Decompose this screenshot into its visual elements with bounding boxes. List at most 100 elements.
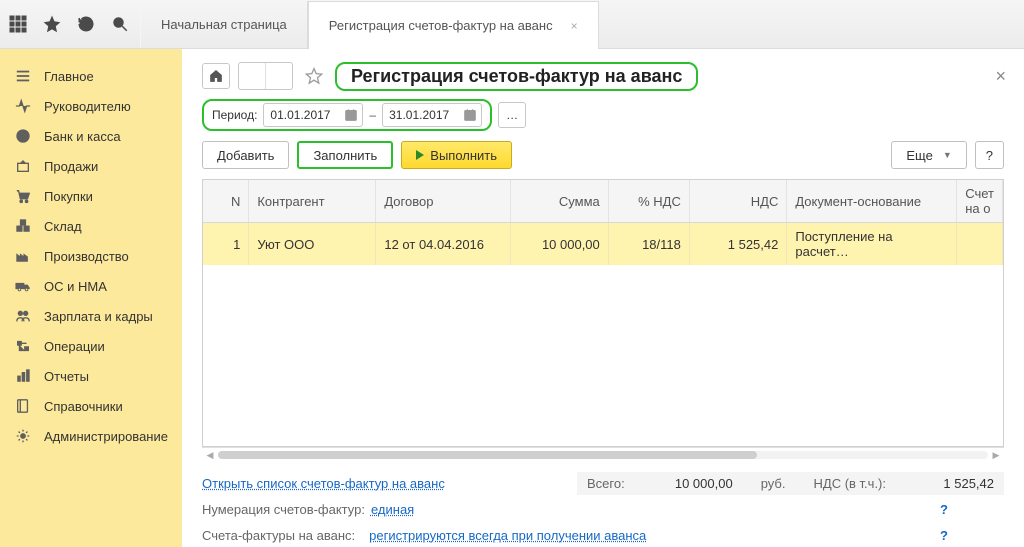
sidebar-item-purchases[interactable]: Покупки — [0, 181, 182, 211]
numbering-link[interactable]: единая — [371, 502, 414, 517]
calendar-icon[interactable] — [461, 106, 479, 124]
nav-back-button[interactable] — [239, 63, 265, 89]
sidebar-label: ОС и НМА — [44, 279, 107, 294]
th-counterparty[interactable]: Контрагент — [249, 180, 376, 223]
sidebar: Главное Руководителю ₽ Банк и касса Прод… — [0, 49, 182, 547]
cell-counterparty: Уют ООО — [249, 223, 376, 266]
numbering-label: Нумерация счетов-фактур: — [202, 502, 365, 517]
table-row[interactable]: 1 Уют ООО 12 от 04.04.2016 10 000,00 18/… — [203, 223, 1003, 266]
sidebar-item-bank[interactable]: ₽ Банк и касса — [0, 121, 182, 151]
nav-back-forward — [238, 62, 293, 90]
cell-n: 1 — [203, 223, 249, 266]
sidebar-label: Главное — [44, 69, 94, 84]
sidebar-label: Руководителю — [44, 99, 131, 114]
period-from-input[interactable]: 01.01.2017 — [263, 103, 363, 127]
horizontal-scrollbar[interactable]: ◀ ▶ — [202, 447, 1004, 462]
period-to-input[interactable]: 31.01.2017 — [382, 103, 482, 127]
total-value: 10 000,00 — [653, 476, 733, 491]
calendar-icon[interactable] — [342, 106, 360, 124]
sidebar-label: Банк и касса — [44, 129, 121, 144]
sidebar-item-reports[interactable]: Отчеты — [0, 361, 182, 391]
th-vat[interactable]: НДС — [689, 180, 786, 223]
th-contract[interactable]: Договор — [376, 180, 511, 223]
period-box: Период: 01.01.2017 – 31.01.2017 — [202, 99, 492, 131]
run-button-label: Выполнить — [430, 148, 497, 163]
sidebar-label: Отчеты — [44, 369, 89, 384]
favorite-star-icon[interactable] — [301, 63, 327, 89]
sidebar-label: Справочники — [44, 399, 123, 414]
top-toolbar-icons — [0, 0, 140, 48]
period-picker-button[interactable]: … — [498, 102, 526, 128]
add-button[interactable]: Добавить — [202, 141, 289, 169]
chart-icon — [14, 367, 32, 385]
action-row: Добавить Заполнить Выполнить Еще ▼ ? — [182, 141, 1024, 179]
sidebar-item-admin[interactable]: Администрирование — [0, 421, 182, 451]
scroll-right-icon[interactable]: ▶ — [990, 449, 1002, 461]
cell-account — [957, 223, 1003, 266]
total-label: Всего: — [587, 476, 625, 491]
history-icon[interactable] — [72, 10, 100, 38]
help-button-label: ? — [986, 148, 993, 163]
period-label: Период: — [212, 108, 257, 122]
tab-current[interactable]: Регистрация счетов-фактур на аванс × — [308, 1, 599, 49]
more-button[interactable]: Еще ▼ — [891, 141, 966, 169]
help-link[interactable]: ? — [884, 502, 1004, 517]
star-icon[interactable] — [38, 10, 66, 38]
th-vat-rate[interactable]: % НДС — [608, 180, 689, 223]
cell-vat: 1 525,42 — [689, 223, 786, 266]
currency-label: руб. — [761, 476, 786, 491]
help-link[interactable]: ? — [884, 528, 1004, 543]
sidebar-label: Покупки — [44, 189, 93, 204]
sidebar-item-manager[interactable]: Руководителю — [0, 91, 182, 121]
search-icon[interactable] — [106, 10, 134, 38]
sidebar-label: Операции — [44, 339, 105, 354]
tab-start[interactable]: Начальная страница — [140, 1, 308, 48]
sidebar-item-warehouse[interactable]: Склад — [0, 211, 182, 241]
truck-icon — [14, 277, 32, 295]
th-basis[interactable]: Документ-основание — [787, 180, 957, 223]
sidebar-item-salary[interactable]: Зарплата и кадры — [0, 301, 182, 331]
page-title: Регистрация счетов-фактур на аванс — [335, 62, 698, 91]
apps-icon[interactable] — [4, 10, 32, 38]
th-n[interactable]: N — [203, 180, 249, 223]
sidebar-item-sales[interactable]: Продажи — [0, 151, 182, 181]
sidebar-label: Производство — [44, 249, 129, 264]
vat-label: НДС (в т.ч.): — [814, 476, 887, 491]
box-out-icon — [14, 157, 32, 175]
menu-icon — [14, 67, 32, 85]
sidebar-item-main[interactable]: Главное — [0, 61, 182, 91]
sidebar-item-operations[interactable]: Операции — [0, 331, 182, 361]
scroll-track[interactable] — [218, 451, 988, 459]
sidebar-item-catalogs[interactable]: Справочники — [0, 391, 182, 421]
home-button[interactable] — [202, 63, 230, 89]
tab-current-label: Регистрация счетов-фактур на аванс — [329, 18, 553, 33]
cell-basis: Поступление на расчет… — [787, 223, 957, 266]
sidebar-item-assets[interactable]: ОС и НМА — [0, 271, 182, 301]
nav-forward-button[interactable] — [265, 63, 292, 89]
sidebar-label: Зарплата и кадры — [44, 309, 153, 324]
add-button-label: Добавить — [217, 148, 274, 163]
scroll-thumb[interactable] — [218, 451, 757, 459]
help-button[interactable]: ? — [975, 141, 1004, 169]
th-account[interactable]: Счет на о — [957, 180, 1003, 223]
open-list-link[interactable]: Открыть список счетов-фактур на аванс — [202, 476, 445, 491]
fill-button[interactable]: Заполнить — [297, 141, 393, 169]
period-dash: – — [369, 108, 376, 122]
tab-start-label: Начальная страница — [161, 17, 287, 32]
book-icon — [14, 397, 32, 415]
close-button[interactable]: × — [991, 66, 1010, 87]
run-button[interactable]: Выполнить — [401, 141, 512, 169]
table: N Контрагент Договор Сумма % НДС НДС Док… — [202, 179, 1004, 447]
vat-value: 1 525,42 — [914, 476, 994, 491]
sidebar-item-production[interactable]: Производство — [0, 241, 182, 271]
boxes-icon — [14, 217, 32, 235]
scroll-left-icon[interactable]: ◀ — [204, 449, 216, 461]
pulse-icon — [14, 97, 32, 115]
sidebar-label: Продажи — [44, 159, 98, 174]
cell-sum: 10 000,00 — [511, 223, 609, 266]
factory-icon — [14, 247, 32, 265]
advance-link[interactable]: регистрируются всегда при получении аван… — [369, 528, 646, 543]
advance-label: Счета-фактуры на аванс: — [202, 528, 355, 543]
th-sum[interactable]: Сумма — [511, 180, 609, 223]
tab-close-icon[interactable]: × — [571, 19, 578, 33]
